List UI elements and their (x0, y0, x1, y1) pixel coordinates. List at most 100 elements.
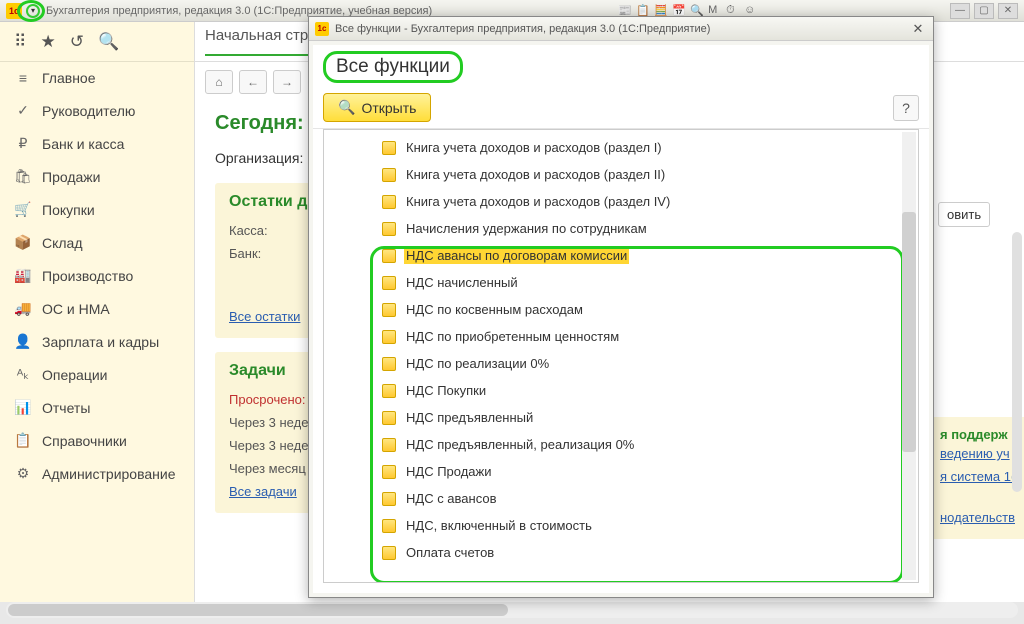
nav-label: Зарплата и кадры (42, 334, 159, 350)
tree-item[interactable]: НДС по косвенным расходам (324, 296, 918, 323)
sidebar-top: ⠿ ★ ↺ 🔍 (0, 22, 194, 62)
register-icon (382, 357, 396, 371)
sidebar-item-4[interactable]: 🛒Покупки (0, 193, 194, 226)
modal-close-icon[interactable]: ✕ (909, 21, 927, 37)
sidebar-item-8[interactable]: 👤Зарплата и кадры (0, 325, 194, 358)
all-functions-modal: 1c Все функции - Бухгалтерия предприятия… (308, 16, 934, 598)
history-icon[interactable]: ↺ (70, 32, 84, 52)
back-icon[interactable]: ← (239, 70, 267, 94)
help-button[interactable]: ? (893, 95, 919, 121)
support-block: я поддерж ведению уч я система 1( нодате… (934, 417, 1024, 539)
tree-item[interactable]: НДС предъявленный (324, 404, 918, 431)
sidebar-item-5[interactable]: 📦Склад (0, 226, 194, 259)
modal-toolbar: 🔍 Открыть ? (313, 87, 929, 129)
tree-item-label: НДС Продажи (404, 463, 493, 480)
search-icon: 🔍 (338, 99, 355, 116)
search-icon[interactable]: 🔍 (98, 32, 119, 52)
sidebar-item-7[interactable]: 🚚ОС и НМА (0, 292, 194, 325)
nav-label: Банк и касса (42, 136, 124, 152)
sidebar-item-2[interactable]: ₽Банк и касса (0, 127, 194, 160)
register-icon (382, 438, 396, 452)
modal-body: Все функции 🔍 Открыть ? Книга учета дохо… (313, 45, 929, 593)
right-button[interactable]: овить (938, 202, 990, 227)
nav-label: Отчеты (42, 400, 90, 416)
nav-label: Главное (42, 70, 96, 86)
dropdown-icon[interactable]: ▾ (26, 4, 40, 18)
nav-icon: 🚚 (14, 300, 32, 317)
tree-item[interactable]: Книга учета доходов и расходов (раздел I… (324, 134, 918, 161)
tree-item[interactable]: НДС Покупки (324, 377, 918, 404)
tree-item[interactable]: НДС начисленный (324, 269, 918, 296)
open-button[interactable]: 🔍 Открыть (323, 93, 431, 122)
register-icon (382, 222, 396, 236)
sidebar-item-1[interactable]: ✓ Руководителю (0, 94, 194, 127)
tree-item-label: Книга учета доходов и расходов (раздел I… (404, 193, 672, 210)
home-icon[interactable]: ⌂ (205, 70, 233, 94)
sidebar-item-6[interactable]: 🏭 Производство (0, 259, 194, 292)
sidebar-item-11[interactable]: 📋 Справочники (0, 424, 194, 457)
tree-item[interactable]: НДС по приобретенным ценностям (324, 323, 918, 350)
sidebar-item-10[interactable]: 📊Отчеты (0, 391, 194, 424)
tree-item[interactable]: НДС, включенный в стоимость (324, 512, 918, 539)
register-icon (382, 330, 396, 344)
tree-item[interactable]: Начисления удержания по сотрудникам (324, 215, 918, 242)
nav-icon: ✓ (14, 102, 32, 119)
tree-item-label: НДС Покупки (404, 382, 488, 399)
nav-label: Продажи (42, 169, 100, 185)
tree-item[interactable]: НДС Продажи (324, 458, 918, 485)
tree-vscrollbar[interactable] (902, 132, 916, 580)
forward-icon[interactable]: → (273, 70, 301, 94)
close-button[interactable]: ✕ (998, 3, 1018, 19)
star-icon[interactable]: ★ (40, 32, 55, 52)
apps-icon[interactable]: ⠿ (14, 32, 26, 52)
nav-icon: 🏭 (14, 267, 32, 284)
nav-icon: 📋 (14, 432, 32, 449)
sidebar-item-0[interactable]: ≡Главное (0, 62, 194, 94)
function-tree[interactable]: Книга учета доходов и расходов (раздел I… (323, 129, 919, 583)
nav-icon: 🛒 (14, 201, 32, 218)
register-icon (382, 168, 396, 182)
register-icon (382, 465, 396, 479)
right-slice: овить я поддерж ведению уч я система 1( … (934, 82, 1024, 602)
support-link[interactable]: ведению уч (940, 442, 1018, 465)
tree-item[interactable]: Книга учета доходов и расходов (раздел I… (324, 161, 918, 188)
minimize-button[interactable]: — (950, 3, 970, 19)
maximize-button[interactable]: ▢ (974, 3, 994, 19)
sidebar-item-3[interactable]: 🛍Продажи (0, 160, 194, 193)
tree-item[interactable]: Книга учета доходов и расходов (раздел I… (324, 188, 918, 215)
tree-item[interactable]: Оплата счетов (324, 539, 918, 566)
tree-item-label: НДС с авансов (404, 490, 499, 507)
nav-label: Производство (42, 268, 133, 284)
tree-item[interactable]: НДС с авансов (324, 485, 918, 512)
window-buttons: — ▢ ✕ (950, 3, 1018, 19)
sidebar: ⠿ ★ ↺ 🔍 ≡Главное ✓ Руководителю ₽Банк и кас… (0, 22, 195, 602)
nav-label: Руководителю (42, 103, 135, 119)
modal-titlebar[interactable]: 1c Все функции - Бухгалтерия предприятия… (309, 17, 933, 41)
register-icon (382, 276, 396, 290)
nav-label: Справочники (42, 433, 127, 449)
tree-item[interactable]: НДС предъявленный, реализация 0% (324, 431, 918, 458)
register-icon (382, 249, 396, 263)
app-logo-icon: 1c (6, 3, 22, 19)
tree-item-label: НДС по косвенным расходам (404, 301, 585, 318)
register-icon (382, 519, 396, 533)
modal-logo-icon: 1c (315, 22, 329, 36)
hscrollbar[interactable] (6, 602, 1018, 618)
tree-item[interactable]: НДС авансы по договорам комиссии (324, 242, 918, 269)
app-title: Бухгалтерия предприятия, редакция 3.0 (1… (46, 5, 432, 17)
org-label: Организация: (215, 150, 303, 166)
nav-label: Операции (42, 367, 108, 383)
support-title: я поддерж (940, 427, 1018, 442)
sidebar-item-9[interactable]: ᴬₖОперации (0, 358, 194, 391)
support-link[interactable]: я система 1( (940, 465, 1018, 488)
support-link[interactable]: нодательств (940, 506, 1018, 529)
tree-item[interactable]: НДС по реализации 0% (324, 350, 918, 377)
sidebar-item-12[interactable]: ⚙ Администрирование (0, 457, 194, 490)
tree-item-label: НДС по приобретенным ценностям (404, 328, 621, 345)
nav-label: Администрирование (42, 466, 176, 482)
nav-icon: ⚙ (14, 465, 32, 482)
tree-item-label: НДС начисленный (404, 274, 520, 291)
nav-label: Склад (42, 235, 83, 251)
vscrollbar[interactable] (1012, 232, 1022, 492)
tree-item-label: Книга учета доходов и расходов (раздел I… (404, 166, 667, 183)
